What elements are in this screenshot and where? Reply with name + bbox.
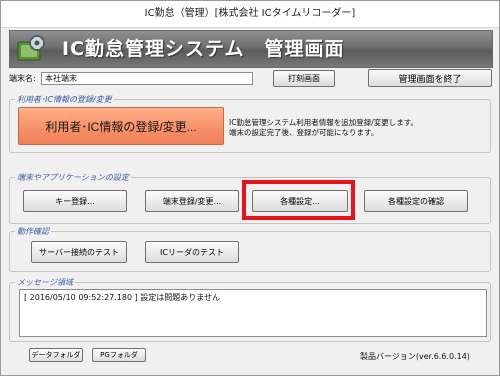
ic-reader-test-button[interactable]: ICリーダのテスト: [145, 241, 239, 263]
exit-admin-button[interactable]: 管理画面を終了: [368, 69, 492, 87]
server-connection-test-button[interactable]: サーバー接続のテスト: [31, 241, 127, 263]
pg-folder-button[interactable]: PGフォルダ: [92, 348, 146, 362]
data-folder-button[interactable]: データフォルダ: [29, 348, 83, 362]
user-registration-description: IC勤怠管理システム利用者情報を追加登録/変更します。 端末の設定完了後、登録が…: [229, 118, 418, 138]
user-ic-registration-button[interactable]: 利用者･IC情報の登録/変更...: [18, 107, 224, 145]
page-title: IC勤怠管理システム 管理画面: [62, 38, 345, 60]
user-registration-legend: 利用者･IC情報の登録/変更: [15, 94, 114, 105]
test-legend: 動作確認: [15, 226, 51, 237]
settings-confirm-button[interactable]: 各種設定の確認: [364, 190, 468, 212]
punch-screen-button[interactable]: 打刻画面: [273, 70, 335, 87]
message-log: [ 2016/05/10 09:52:27.180 ] 設定は問題ありません: [19, 289, 487, 337]
header-banner: IC勤怠管理システム 管理画面: [9, 30, 493, 68]
app-window: IC勤怠（管理）[株式会社 ICタイムリコーダー] IC勤怠管理システム 管理画…: [0, 0, 500, 376]
description-line-1: IC勤怠管理システム利用者情報を追加登録/変更します。: [229, 118, 418, 127]
terminal-name-label: 端末名:: [9, 74, 36, 83]
terminal-registration-button[interactable]: 端末登録/変更...: [145, 190, 239, 212]
version-label: 製品バージョン(ver.6.6.0.14): [360, 352, 470, 361]
message-legend: メッセージ領域: [15, 277, 75, 288]
terminal-name-field[interactable]: 本社端末: [41, 72, 253, 85]
description-line-2: 端末の設定完了後、登録が可能になります。: [229, 128, 379, 137]
gear-icon: [17, 35, 45, 61]
window-title: IC勤怠（管理）[株式会社 ICタイムリコーダー]: [1, 1, 499, 28]
key-registration-button[interactable]: キー登録...: [23, 190, 127, 212]
settings-legend: 端末やアプリケーションの設定: [15, 172, 131, 183]
highlight-frame: [242, 180, 355, 220]
